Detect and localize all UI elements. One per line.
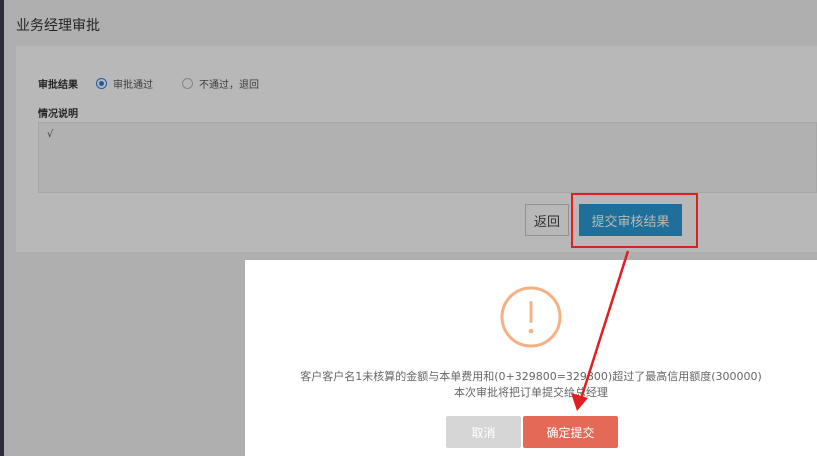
cancel-button[interactable]: 取消 [446,416,521,448]
dialog-message-line1: 客户客户名1未核算的金额与本单费用和(0+329800=329800)超过了最高… [300,370,762,383]
annotation-highlight-box [571,193,698,248]
confirm-submit-button[interactable]: 确定提交 [523,416,618,448]
confirm-dialog: 客户客户名1未核算的金额与本单费用和(0+329800=329800)超过了最高… [245,260,817,456]
dialog-message-line2: 本次审批将把订单提交给总经理 [454,386,608,399]
warning-icon [500,286,562,348]
